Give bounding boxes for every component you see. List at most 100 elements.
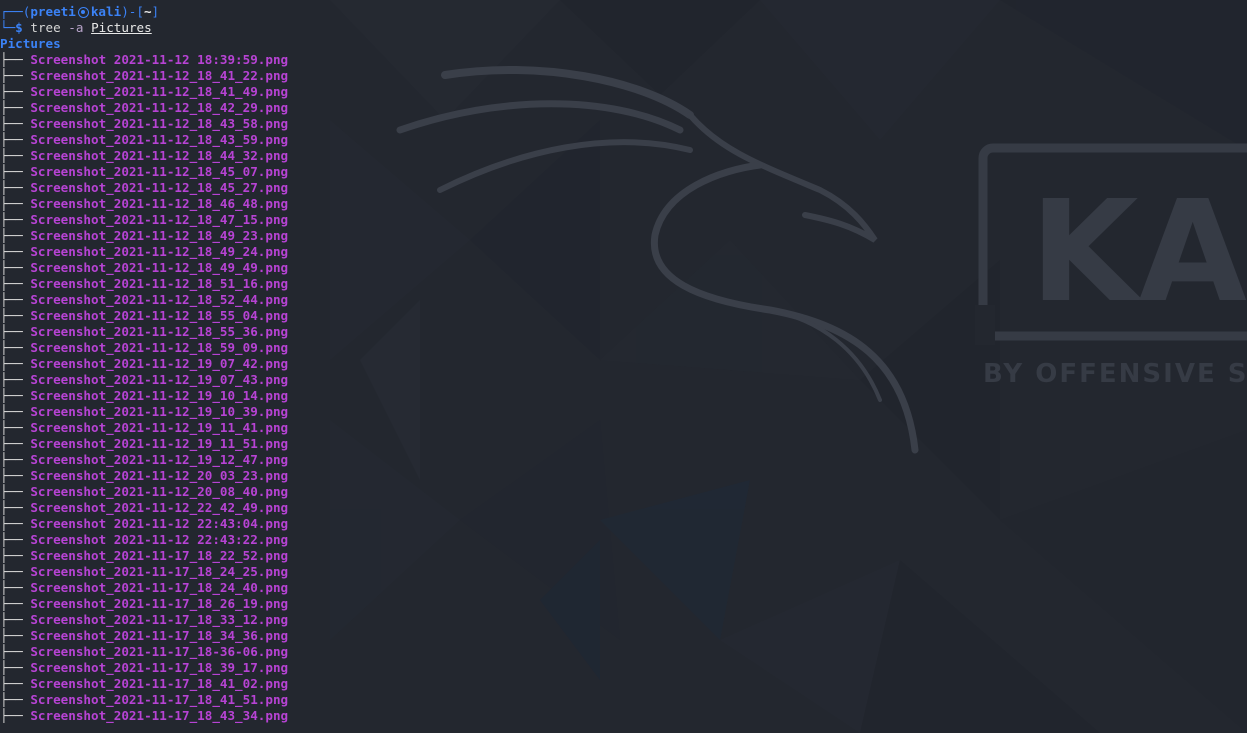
tree-branch-connector: ├── (0, 420, 31, 435)
tree-file-row: ├── Screenshot_2021-11-17_18-36-06.png (0, 644, 1247, 660)
tree-file-row: ├── Screenshot_2021-11-17_18_43_34.png (0, 708, 1247, 724)
tree-file-name: Screenshot_2021-11-12_18_46_48.png (30, 196, 289, 211)
tree-file-name: Screenshot 2021-11-12 18:39:59.png (30, 52, 289, 67)
tree-file-name: Screenshot_2021-11-17_18_24_40.png (30, 580, 289, 595)
tree-file-name: Screenshot_2021-11-12_18_47_15.png (30, 212, 289, 227)
tree-file-name: Screenshot_2021-11-17_18_26_19.png (30, 596, 289, 611)
tree-file-row: ├── Screenshot_2021-11-12_18_59_09.png (0, 340, 1247, 356)
tree-file-name: Screenshot_2021-11-12_18_45_07.png (30, 164, 289, 179)
tree-file-name: Screenshot_2021-11-12_18_41_49.png (30, 84, 289, 99)
tree-file-row: ├── Screenshot_2021-11-17_18_33_12.png (0, 612, 1247, 628)
tree-file-name: Screenshot_2021-11-17_18_41_02.png (30, 676, 289, 691)
terminal-output[interactable]: ┌──(preeti kali)-[~] └─ $ tree -a Pictures… (0, 0, 1247, 733)
tree-file-name: Screenshot_2021-11-17_18_41_51.png (30, 692, 289, 707)
tree-branch-connector: ├── (0, 212, 31, 227)
command-flag: -a (68, 20, 84, 35)
tree-file-name: Screenshot_2021-11-12_19_10_14.png (30, 388, 289, 403)
tree-file-name: Screenshot_2021-11-12_18_42_29.png (30, 100, 289, 115)
prompt-cwd: ~ (143, 4, 152, 19)
tree-file-row: ├── Screenshot_2021-11-12_18_49_49.png (0, 260, 1247, 276)
tree-file-name: Screenshot_2021-11-12_18_49_49.png (30, 260, 289, 275)
tree-file-name: Screenshot_2021-11-12_19_07_43.png (30, 372, 289, 387)
tree-file-name: Screenshot_2021-11-12_20_08_40.png (30, 484, 289, 499)
tree-file-name: Screenshot_2021-11-12_18_59_09.png (30, 340, 289, 355)
tree-file-name: Screenshot_2021-11-12_19_07_42.png (30, 356, 289, 371)
tree-branch-connector: ├── (0, 532, 31, 547)
tree-file-name: Screenshot_2021-11-17_18_34_36.png (30, 628, 289, 643)
tree-file-row: ├── Screenshot_2021-11-12_18_42_29.png (0, 100, 1247, 116)
tree-branch-connector: ├── (0, 388, 31, 403)
kali-skull-icon (77, 6, 89, 18)
tree-branch-connector: ├── (0, 292, 31, 307)
tree-branch-connector: ├── (0, 276, 31, 291)
tree-file-row: ├── Screenshot_2021-11-12_18_41_49.png (0, 84, 1247, 100)
prompt-user: preeti (30, 4, 76, 19)
tree-file-row: ├── Screenshot_2021-11-12_18_52_44.png (0, 292, 1247, 308)
prompt-line: ┌──(preeti kali)-[~] (0, 4, 1247, 20)
tree-branch-connector: ├── (0, 116, 31, 131)
tree-file-name: Screenshot_2021-11-12_18_44_32.png (30, 148, 289, 163)
tree-file-row: ├── Screenshot_2021-11-12_19_11_41.png (0, 420, 1247, 436)
tree-branch-connector: ├── (0, 244, 31, 259)
tree-file-row: ├── Screenshot_2021-11-12_18_41_22.png (0, 68, 1247, 84)
tree-file-row: ├── Screenshot_2021-11-12_19_12_47.png (0, 452, 1247, 468)
tree-file-name: Screenshot_2021-11-17_18_43_34.png (30, 708, 289, 723)
tree-branch-connector: ├── (0, 356, 31, 371)
tree-file-name: Screenshot_2021-11-12_18_49_24.png (30, 244, 289, 259)
prompt-host: kali (90, 4, 122, 19)
tree-branch-connector: ├── (0, 452, 31, 467)
tree-branch-connector: ├── (0, 164, 31, 179)
tree-file-name: Screenshot 2021-11-12 22:43:04.png (30, 516, 289, 531)
tree-branch-connector: ├── (0, 692, 31, 707)
tree-file-row: ├── Screenshot_2021-11-12_18_44_32.png (0, 148, 1247, 164)
tree-branch-connector: ├── (0, 548, 31, 563)
tree-file-row: ├── Screenshot_2021-11-12_18_45_07.png (0, 164, 1247, 180)
tree-file-name: Screenshot_2021-11-17_18_24_25.png (30, 564, 289, 579)
tree-branch-connector: ├── (0, 484, 31, 499)
tree-branch-connector: ├── (0, 308, 31, 323)
tree-branch-connector: ├── (0, 68, 31, 83)
tree-file-row: ├── Screenshot_2021-11-12_18_55_36.png (0, 324, 1247, 340)
tree-file-row: ├── Screenshot_2021-11-12_20_08_40.png (0, 484, 1247, 500)
tree-file-name: Screenshot_2021-11-12_19_10_39.png (30, 404, 289, 419)
tree-file-name: Screenshot_2021-11-12_18_45_27.png (30, 180, 289, 195)
tree-file-row: ├── Screenshot 2021-11-12 22:43:04.png (0, 516, 1247, 532)
tree-file-name: Screenshot_2021-11-12_19_11_41.png (30, 420, 289, 435)
tree-file-row: ├── Screenshot_2021-11-17_18_22_52.png (0, 548, 1247, 564)
tree-file-row: ├── Screenshot_2021-11-12_19_07_42.png (0, 356, 1247, 372)
tree-file-name: Screenshot_2021-11-17_18_22_52.png (30, 548, 289, 563)
tree-branch-connector: ├── (0, 196, 31, 211)
tree-file-name: Screenshot_2021-11-17_18_33_12.png (30, 612, 289, 627)
tree-branch-connector: ├── (0, 628, 31, 643)
tree-branch-connector: ├── (0, 660, 31, 675)
tree-file-row: ├── Screenshot_2021-11-12_18_49_23.png (0, 228, 1247, 244)
tree-branch-connector: ├── (0, 132, 31, 147)
tree-branch-connector: ├── (0, 180, 31, 195)
tree-file-name: Screenshot_2021-11-12_22_42_49.png (30, 500, 289, 515)
tree-file-row: ├── Screenshot_2021-11-12_19_10_39.png (0, 404, 1247, 420)
tree-branch-connector: ├── (0, 148, 31, 163)
tree-file-row: ├── Screenshot_2021-11-17_18_41_02.png (0, 676, 1247, 692)
tree-branch-connector: ├── (0, 580, 31, 595)
tree-file-row: ├── Screenshot_2021-11-12_19_11_51.png (0, 436, 1247, 452)
tree-file-name: Screenshot_2021-11-17_18-36-06.png (30, 644, 289, 659)
tree-branch-connector: ├── (0, 516, 31, 531)
tree-file-row: ├── Screenshot_2021-11-12_20_03_23.png (0, 468, 1247, 484)
tree-file-row: ├── Screenshot 2021-11-12 22:43:22.png (0, 532, 1247, 548)
command-name: tree (30, 20, 61, 35)
tree-file-name: Screenshot_2021-11-12_19_12_47.png (30, 452, 289, 467)
tree-file-row: ├── Screenshot_2021-11-12_18_51_16.png (0, 276, 1247, 292)
tree-file-row: ├── Screenshot_2021-11-12_18_45_27.png (0, 180, 1247, 196)
prompt-frame-mid: )-[ (121, 4, 144, 19)
tree-file-name: Screenshot_2021-11-12_19_11_51.png (30, 436, 289, 451)
tree-file-row: ├── Screenshot_2021-11-17_18_34_36.png (0, 628, 1247, 644)
tree-file-row: ├── Screenshot_2021-11-12_19_07_43.png (0, 372, 1247, 388)
tree-file-row: ├── Screenshot_2021-11-17_18_41_51.png (0, 692, 1247, 708)
tree-branch-connector: ├── (0, 468, 31, 483)
tree-branch-connector: ├── (0, 404, 31, 419)
tree-file-row: ├── Screenshot_2021-11-17_18_24_40.png (0, 580, 1247, 596)
prompt-line2-prefix: └─ (0, 20, 16, 35)
tree-file-row: ├── Screenshot_2021-11-17_18_26_19.png (0, 596, 1247, 612)
command-argument: Pictures (91, 20, 152, 35)
tree-file-name: Screenshot_2021-11-12_18_43_59.png (30, 132, 289, 147)
